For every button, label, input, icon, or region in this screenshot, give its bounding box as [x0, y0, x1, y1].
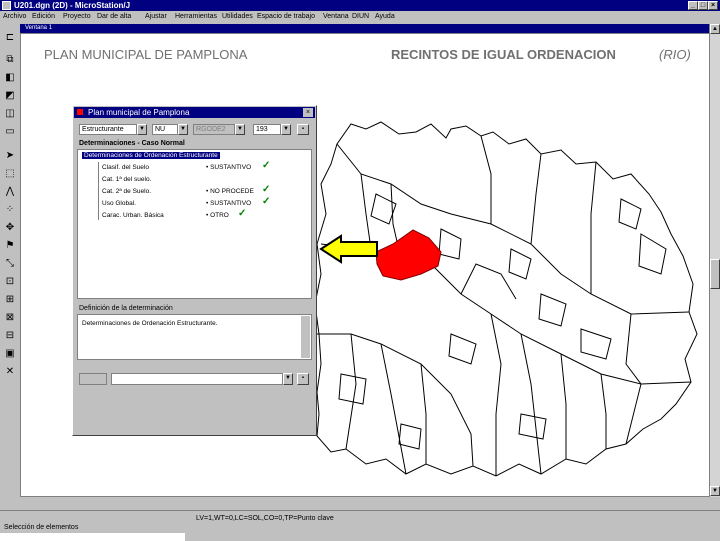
element-tool-icon[interactable]: ◧: [3, 70, 17, 84]
grid-tool-icon[interactable]: ⊞: [3, 292, 17, 306]
code-combo[interactable]: RGODE2: [193, 124, 235, 135]
number-combo[interactable]: 193: [253, 124, 281, 135]
status-center: LV=1,WT=0,LC=SOL,CO=0,TP=Punto clave: [196, 515, 334, 522]
menu-ayuda[interactable]: Ayuda: [375, 11, 395, 23]
tree-row-cat2-value: • NO PROCEDE: [206, 188, 254, 195]
dialog-app-icon: [77, 109, 83, 115]
slide-left-title: PLAN MUNICIPAL DE PAMPLONA: [44, 47, 248, 62]
menu-herramientas[interactable]: Herramientas: [175, 11, 217, 23]
determinations-tree[interactable]: Determinaciones de Ordenación Estructura…: [77, 149, 312, 299]
arc-tool-icon[interactable]: ⋀: [3, 184, 17, 198]
scroll-thumb[interactable]: [710, 259, 720, 289]
array-tool-icon[interactable]: ⊠: [3, 310, 17, 324]
check-icon: ✓: [262, 196, 271, 207]
frame-tool-icon[interactable]: ▭: [3, 124, 17, 138]
save-icon[interactable]: ▪: [297, 124, 309, 135]
dialog-close-icon[interactable]: ×: [303, 108, 313, 117]
view-window-title-bar: Ventana 1: [20, 24, 715, 33]
definition-text: Determinaciones de Ordenación Estructura…: [82, 320, 218, 327]
maximize-button[interactable]: □: [698, 1, 708, 10]
tree-root[interactable]: Determinaciones de Ordenación Estructura…: [82, 152, 220, 159]
dialog-title-bar: Plan municipal de Pamplona ×: [74, 107, 315, 118]
definition-label: Definición de la determinación: [79, 305, 173, 312]
reference-tool-icon[interactable]: ⊟: [3, 328, 17, 342]
scroll-down-icon[interactable]: ▼: [710, 486, 720, 496]
tree-row-clasif-value: • SUSTANTIVO: [206, 164, 252, 171]
tree-row-uso-label[interactable]: Uso Global.: [102, 200, 136, 207]
app-title-bar: U201.dgn (2D) - MicroStation/J _ □ ×: [0, 0, 720, 11]
type-combo-arrow-icon[interactable]: ▼: [137, 124, 147, 135]
menu-archivo[interactable]: Archivo: [3, 11, 26, 23]
points-tool-icon[interactable]: ⁘: [3, 202, 17, 216]
check-icon: ✓: [262, 184, 271, 195]
close-button[interactable]: ×: [708, 1, 718, 10]
tree-row-cat2-label[interactable]: Cat. 2ª de Suelo.: [102, 188, 151, 195]
menu-ajustar[interactable]: Ajustar: [145, 11, 167, 23]
pointer-tool-icon[interactable]: ➤: [3, 148, 17, 162]
fence-tool-icon[interactable]: ⬚: [3, 166, 17, 180]
select-tool-icon[interactable]: ⊏: [3, 30, 17, 44]
vertical-scrollbar[interactable]: ▲ ▼: [709, 24, 720, 497]
dimension-tool-icon[interactable]: ⚑: [3, 238, 17, 252]
menu-bar: Archivo Edición Proyecto Dar de alta Aju…: [0, 11, 720, 23]
code-combo-arrow-icon[interactable]: ▼: [235, 124, 245, 135]
check-icon: ✓: [238, 208, 247, 219]
place-tool-icon[interactable]: ◫: [3, 106, 17, 120]
delete-tool-icon[interactable]: ✕: [3, 364, 17, 378]
pointer-arrow: [319, 234, 378, 264]
dialog-title: Plan municipal de Pamplona: [88, 108, 190, 117]
plan-municipal-dialog: Plan municipal de Pamplona × Estructuran…: [72, 105, 317, 436]
definition-scrollbar[interactable]: [301, 316, 310, 358]
menu-proyecto[interactable]: Proyecto: [63, 11, 91, 23]
tree-row-carac-label[interactable]: Carac. Urban. Básica: [102, 212, 164, 219]
image-tool-icon[interactable]: ▣: [3, 346, 17, 360]
slide-right-abbrev: (RIO): [659, 47, 691, 62]
menu-diun[interactable]: DIUN: [352, 11, 369, 23]
fill-tool-icon[interactable]: ◩: [3, 88, 17, 102]
type-combo[interactable]: Estructurante: [79, 124, 137, 135]
minimize-button[interactable]: _: [688, 1, 698, 10]
app-icon[interactable]: [2, 1, 11, 10]
check-icon: ✓: [262, 160, 271, 171]
tree-row-clasif-label[interactable]: Clasif. del Suelo: [102, 164, 149, 171]
measure-tool-icon[interactable]: ✥: [3, 220, 17, 234]
attribute-save-icon[interactable]: ▪: [297, 373, 309, 385]
tree-row-uso-value: • SUSTANTIVO: [206, 200, 252, 207]
menu-utilidades[interactable]: Utilidades: [222, 11, 253, 23]
group-label: Determinaciones - Caso Normal: [79, 140, 185, 147]
view-window-title: Ventana 1: [25, 25, 53, 31]
definition-box[interactable]: Determinaciones de Ordenación Estructura…: [77, 314, 312, 360]
slide-right-title: RECINTOS DE IGUAL ORDENACION: [391, 47, 616, 62]
class-combo-arrow-icon[interactable]: ▼: [178, 124, 188, 135]
number-combo-arrow-icon[interactable]: ▼: [281, 124, 291, 135]
scroll-up-icon[interactable]: ▲: [710, 24, 720, 34]
status-bar: Selección de elementos LV=1,WT=0,LC=SOL,…: [0, 510, 720, 541]
status-left: Selección de elementos: [4, 524, 79, 531]
menu-espacio-de-trabajo[interactable]: Espacio de trabajo: [257, 11, 315, 23]
highlighted-rio-parcel[interactable]: [375, 229, 442, 281]
modify-tool-icon[interactable]: ⤡: [3, 256, 17, 270]
menu-edicion[interactable]: Edición: [32, 11, 55, 23]
class-combo[interactable]: NU: [152, 124, 178, 135]
copy-tool-icon[interactable]: ⧉: [3, 52, 17, 66]
main-toolbox: ⊏ ⧉ ◧ ◩ ◫ ▭ ➤ ⬚ ⋀ ⁘ ✥ ⚑ ⤡ ⊡ ⊞ ⊠ ⊟ ▣ ✕: [0, 24, 21, 380]
zoom-tool-icon[interactable]: ⊡: [3, 274, 17, 288]
menu-dar-de-alta[interactable]: Dar de alta: [97, 11, 131, 23]
color-swatch[interactable]: [79, 373, 107, 385]
tree-row-carac-value: • OTRO: [206, 212, 229, 219]
app-title: U201.dgn (2D) - MicroStation/J: [14, 1, 131, 10]
attribute-combo-arrow-icon[interactable]: ▼: [283, 373, 293, 385]
menu-ventana[interactable]: Ventana: [323, 11, 349, 23]
attribute-combo[interactable]: [111, 373, 283, 385]
tree-row-cat1-label[interactable]: Cat. 1ª del suelo.: [102, 176, 151, 183]
